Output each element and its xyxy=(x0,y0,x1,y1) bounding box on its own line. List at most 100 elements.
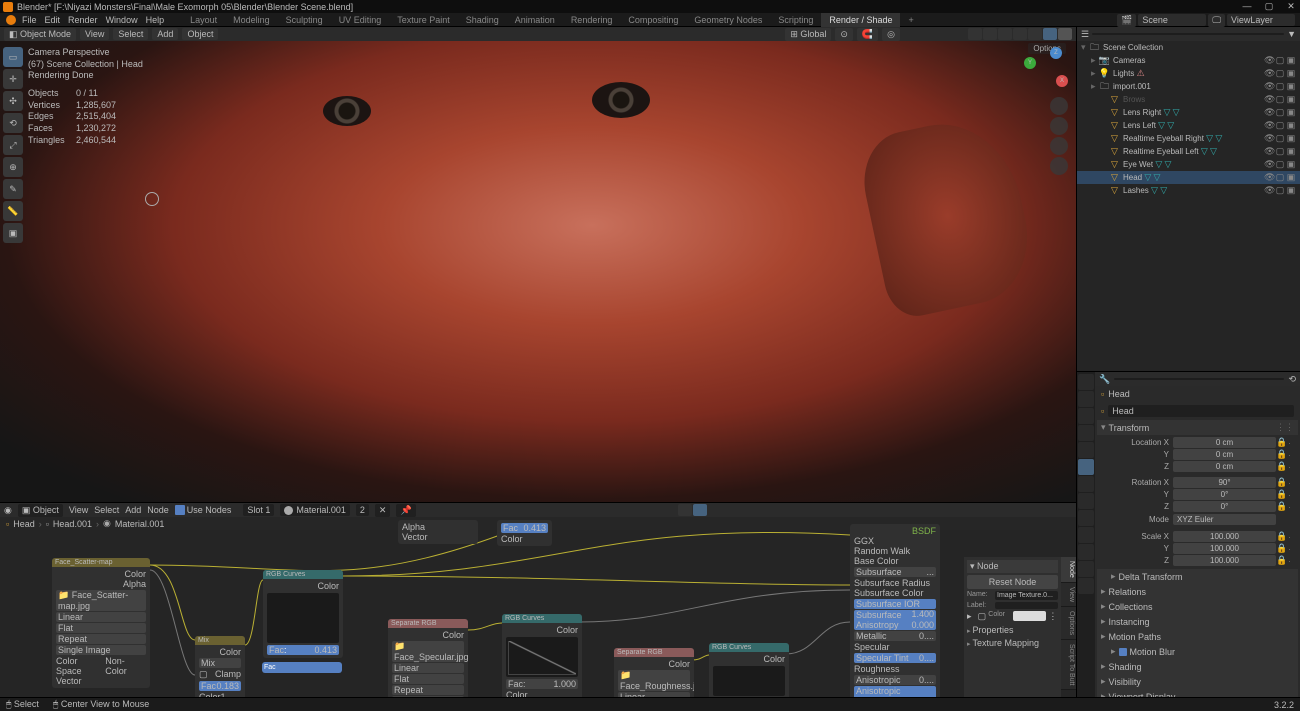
proptab-render[interactable] xyxy=(1078,374,1094,390)
gizmo-z-axis[interactable]: Z xyxy=(1050,47,1062,59)
outliner-item[interactable]: ▽Realtime Eyeball Right ▽ ▽ 👁▢▣ xyxy=(1077,132,1300,145)
props-search[interactable] xyxy=(1114,378,1284,380)
sidetab-options[interactable]: Options xyxy=(1061,607,1076,640)
mat-new-btn[interactable]: ✕ xyxy=(375,504,391,517)
panel-viewport-display-header[interactable]: Viewport Display xyxy=(1097,689,1298,697)
outliner-search[interactable] xyxy=(1092,33,1284,35)
outliner-item[interactable]: ▸📷Cameras 👁▢▣ xyxy=(1077,54,1300,67)
orientation-dropdown[interactable]: ⊞ Global xyxy=(785,28,831,41)
render-paused-toggle[interactable] xyxy=(1058,28,1072,40)
workspace-tab-sculpting[interactable]: Sculpting xyxy=(278,13,331,27)
maximize-button[interactable]: ▢ xyxy=(1263,1,1275,12)
panel-relations-header[interactable]: Relations xyxy=(1097,584,1298,599)
proptab-world[interactable] xyxy=(1078,442,1094,458)
workspace-tab-modeling[interactable]: Modeling xyxy=(225,13,278,27)
outliner-item[interactable]: ▽Realtime Eyeball Left ▽ ▽ 👁▢▣ xyxy=(1077,145,1300,158)
persp-ortho-icon[interactable] xyxy=(1050,157,1068,175)
shading-wireframe[interactable] xyxy=(998,28,1012,40)
rot-x-field[interactable]: 90° xyxy=(1173,477,1276,488)
minimize-button[interactable]: — xyxy=(1241,1,1253,12)
proportional-toggle[interactable]: ◎ xyxy=(882,28,900,41)
lock-icon[interactable]: 🔒 xyxy=(1276,437,1288,448)
bc-mesh[interactable]: Head.001 xyxy=(53,519,92,529)
viewport-view-menu[interactable]: View xyxy=(80,28,109,40)
mat-users-field[interactable]: 2 xyxy=(356,504,369,516)
lock-icon[interactable]: 🔒 xyxy=(1276,489,1288,500)
panel-motion-blur-header[interactable]: Motion Blur xyxy=(1097,644,1298,659)
object-name-field[interactable]: Head xyxy=(1108,405,1294,417)
n-panel-texmapping[interactable]: ▸ Texture Mapping xyxy=(967,638,1058,648)
loc-y-field[interactable]: 0 cm xyxy=(1173,449,1276,460)
tool-measure[interactable]: 📏 xyxy=(3,201,23,221)
menu-file[interactable]: File xyxy=(22,15,37,25)
workspace-add-button[interactable]: + xyxy=(900,13,921,27)
bc-object[interactable]: Head xyxy=(13,519,35,529)
close-button[interactable]: ✕ xyxy=(1285,1,1297,12)
rot-y-field[interactable]: 0° xyxy=(1173,489,1276,500)
tool-scale[interactable]: ⤢ xyxy=(3,135,23,155)
tool-move[interactable]: ✣ xyxy=(3,91,23,111)
proptab-material[interactable] xyxy=(1078,561,1094,577)
workspace-tab-scripting[interactable]: Scripting xyxy=(770,13,821,27)
slot-dropdown[interactable]: Slot 1 xyxy=(243,504,274,516)
workspace-tab-layout[interactable]: Layout xyxy=(182,13,225,27)
xray-toggle[interactable] xyxy=(983,28,997,40)
scale-y-field[interactable]: 100.000 xyxy=(1173,543,1276,554)
shader-select-menu[interactable]: Select xyxy=(94,505,119,515)
mat-pin-btn[interactable]: 📌 xyxy=(396,504,415,517)
menu-edit[interactable]: Edit xyxy=(45,15,61,25)
viewport-add-menu[interactable]: Add xyxy=(152,28,178,40)
outliner-icon[interactable]: ☰ xyxy=(1081,29,1089,40)
node-rgb-curves-3[interactable]: RGB Curves Color xyxy=(709,643,789,697)
workspace-tab-geonodes[interactable]: Geometry Nodes xyxy=(686,13,770,27)
rotation-mode-dropdown[interactable]: XYZ Euler xyxy=(1173,514,1276,525)
menu-render[interactable]: Render xyxy=(68,15,98,25)
nav-gizmo[interactable]: Z Y X xyxy=(1024,47,1068,91)
proptab-texture[interactable] xyxy=(1078,578,1094,594)
outliner-item[interactable]: ▽Brows 👁▢▣ xyxy=(1077,93,1300,106)
shader-add-menu[interactable]: Add xyxy=(125,505,141,515)
viewlayer-name-field[interactable]: ViewLayer xyxy=(1227,14,1295,26)
proptab-object[interactable] xyxy=(1078,459,1094,475)
outliner-scene-collection[interactable]: ▾🗀Scene Collection xyxy=(1077,41,1300,54)
material-field[interactable]: Material.001 xyxy=(280,504,350,516)
scene-name-field[interactable]: Scene xyxy=(1138,14,1206,26)
shading-matprev[interactable] xyxy=(1028,28,1042,40)
tool-rotate[interactable]: ⟲ xyxy=(3,113,23,133)
shader-editor[interactable]: ◉ ▣ Object View Select Add Node Use Node… xyxy=(0,503,1077,697)
tool-transform[interactable]: ⊕ xyxy=(3,157,23,177)
scale-x-field[interactable]: 100.000 xyxy=(1173,531,1276,542)
tool-cursor[interactable]: ✛ xyxy=(3,69,23,89)
curve-widget[interactable] xyxy=(267,593,339,643)
loc-x-field[interactable]: 0 cm xyxy=(1173,437,1276,448)
proptab-particles[interactable] xyxy=(1078,493,1094,509)
panel-collections-header[interactable]: Collections xyxy=(1097,599,1298,614)
node-face-roughness[interactable]: Separate RGB Color 📁 Face_Roughness.j Li… xyxy=(614,648,694,697)
menu-window[interactable]: Window xyxy=(106,15,138,25)
reset-node-button[interactable]: Reset Node xyxy=(967,575,1058,589)
tool-select-box[interactable]: ▭ xyxy=(3,47,23,67)
sidetab-script[interactable]: Script To Butt xyxy=(1061,640,1076,691)
workspace-tab-compositing[interactable]: Compositing xyxy=(620,13,686,27)
outliner-item[interactable]: ▽Eye Wet ▽ ▽ 👁▢▣ xyxy=(1077,158,1300,171)
proptab-constraints[interactable] xyxy=(1078,527,1094,543)
proptab-physics[interactable] xyxy=(1078,510,1094,526)
camera-view-icon[interactable] xyxy=(1050,137,1068,155)
gizmo-y-axis[interactable]: Y xyxy=(1024,57,1036,69)
editor-type-dropdown[interactable]: ◉ xyxy=(4,505,12,516)
snap-shader[interactable] xyxy=(678,504,692,516)
snap-toggle[interactable]: 🧲 xyxy=(857,28,878,41)
pivot-dropdown[interactable]: ⊙ xyxy=(835,28,853,41)
workspace-tab-rendershade[interactable]: Render / Shade xyxy=(821,13,900,27)
mode-dropdown[interactable]: ◧ Object Mode xyxy=(4,28,76,41)
proptab-viewlayer[interactable] xyxy=(1078,408,1094,424)
workspace-tab-animation[interactable]: Animation xyxy=(507,13,563,27)
lock-icon[interactable]: 🔒 xyxy=(1276,449,1288,460)
sidetab-node[interactable]: Node xyxy=(1061,557,1076,583)
node-name-field[interactable]: Image Texture.0... xyxy=(995,591,1058,600)
curve-widget[interactable] xyxy=(713,666,785,696)
outliner-item[interactable]: ▸💡Lights ⚠👁▢▣ xyxy=(1077,67,1300,80)
lock-icon[interactable]: 🔒 xyxy=(1276,531,1288,542)
overlays-toggle[interactable] xyxy=(968,28,982,40)
3d-viewport[interactable]: ◧ Object Mode View Select Add Object ⊞ G… xyxy=(0,27,1077,502)
